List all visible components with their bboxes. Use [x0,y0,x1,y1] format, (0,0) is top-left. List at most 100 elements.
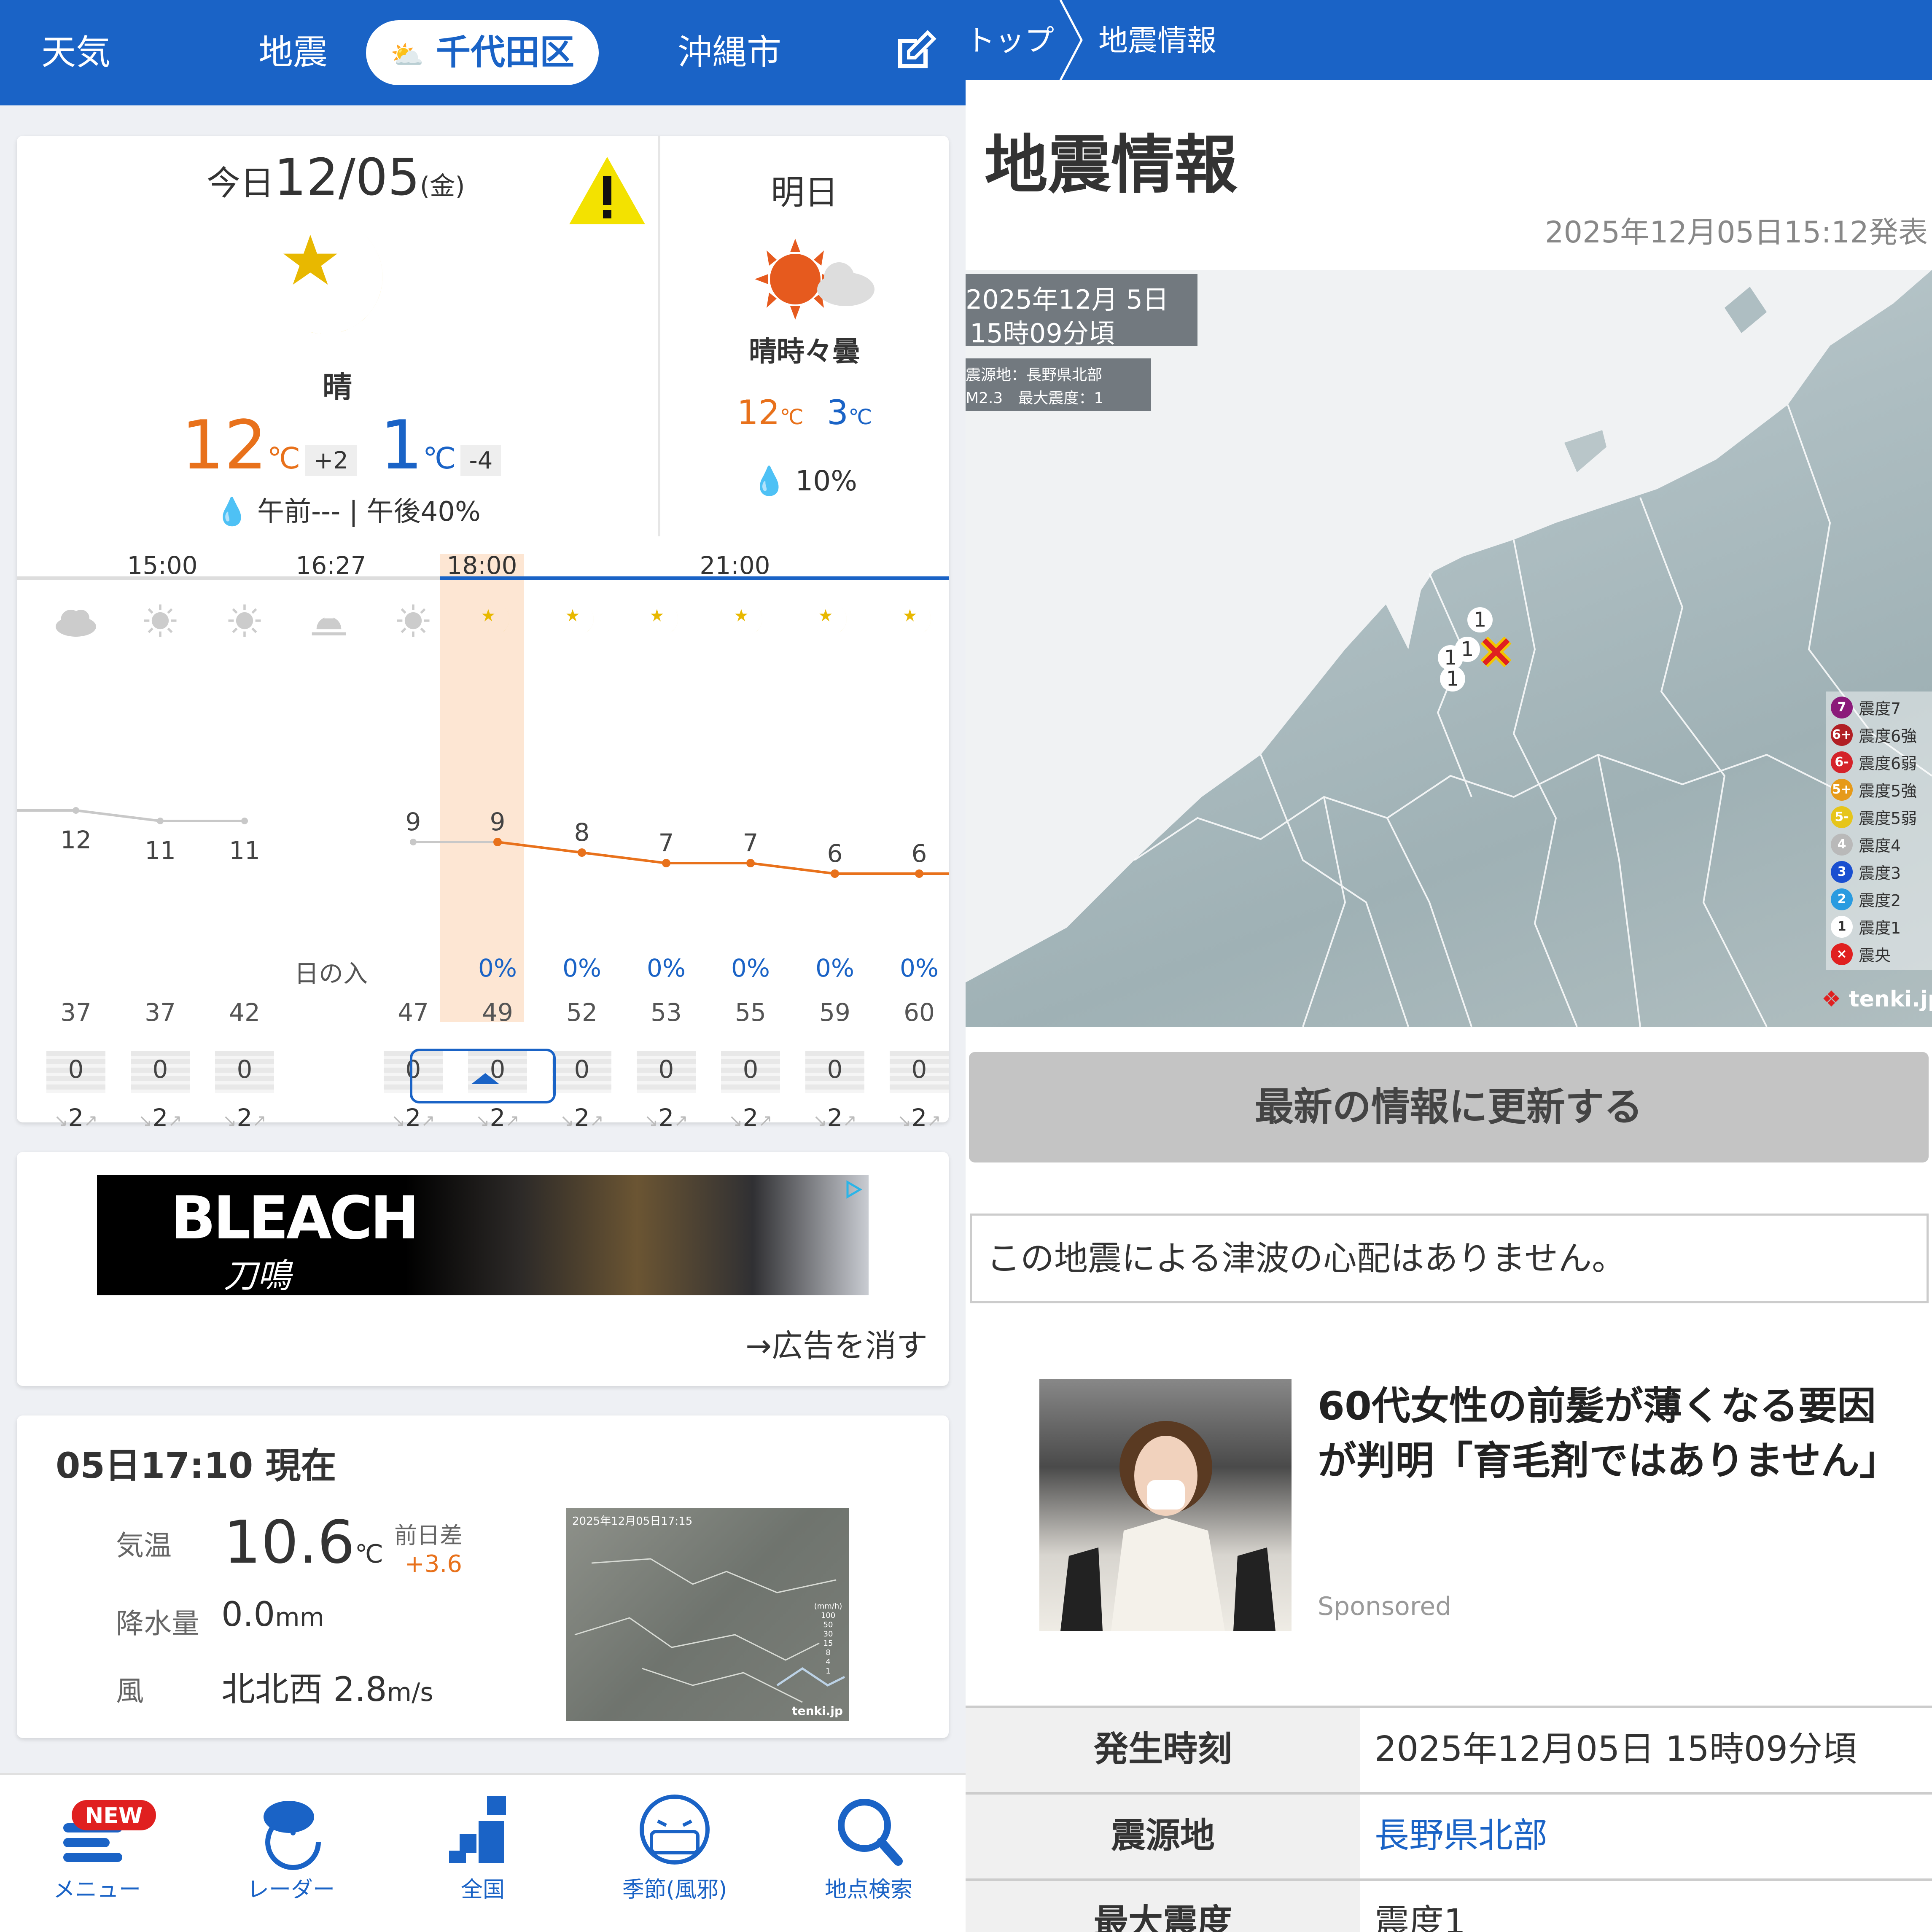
legend-label: 震度4 [1859,837,1901,855]
humidity-value: 49 [482,998,513,1027]
warning-icon[interactable] [565,153,649,229]
tab-nationwide[interactable]: 全国 [411,1783,554,1918]
tab-location-search[interactable]: 地点検索 [797,1783,940,1918]
temperature-chart: 12 11 11 9 9 8 7 7 6 6 [17,807,949,878]
temp-point [915,869,923,878]
temp-label: 8 [574,818,590,847]
sunset-icon [287,600,371,646]
humidity-value: 59 [819,998,850,1027]
sponsored-article[interactable]: 60代女性の前髪が薄くなる要因が判明「育毛剤ではありません」 Sponsored [1039,1379,1899,1632]
temp-point [410,839,417,845]
pop-value: 0% [815,954,854,982]
pop-value: 0% [646,954,686,982]
legend-label: 震度1 [1859,919,1901,937]
tab-menu[interactable]: NEW メニュー [25,1783,169,1918]
row-value: 震度1 [1375,1902,1466,1932]
intensity-marker: 1 [1467,607,1493,632]
remove-ad-link[interactable]: →広告を消す [745,1321,928,1366]
epicenter-link[interactable]: 長野県北部 [1362,1795,1547,1878]
diff-label: 前日差 [394,1522,463,1549]
wind-label: 風 [116,1675,144,1707]
moon-icon [540,600,624,646]
wind-value: ↘2↗ [54,1103,98,1132]
wind-speed: 2 [68,1103,84,1132]
row-label: 発生時刻 [966,1708,1360,1792]
pop-value: 0% [899,954,939,982]
wind-value: ↘2↗ [138,1103,182,1132]
radar-icon [264,1801,321,1870]
nav-okinawa[interactable]: 沖縄市 [658,0,801,105]
temp-segment [75,809,161,822]
humidity-value: 55 [735,998,766,1027]
temp-point [578,848,586,857]
legend-label: 震央 [1859,946,1891,965]
refresh-button[interactable]: 最新の情報に更新する [969,1052,1929,1162]
temp-point [746,859,755,867]
temp-point [241,818,248,824]
current-temp-value: 10.6 [223,1508,355,1577]
row-label: 震源地 [966,1795,1360,1878]
temp-label: 9 [406,807,421,836]
moon-icon [793,600,877,646]
nav-current-location[interactable]: ⛅ 千代田区 [366,20,599,85]
legend-swatch: 5+ [1831,778,1853,801]
wind-speed: 2 [827,1103,843,1132]
sunset-label: 日の入 [294,959,368,988]
legend-item: 6+ 震度6強 [1831,723,1917,748]
chevron-right-icon [1059,0,1083,80]
top-nav: 天気図 地震 ⛅ 千代田区 沖縄市 [0,0,966,178]
wind-speed: 2 [658,1103,674,1132]
precip-value: 0 [658,1055,674,1084]
woman-photo [1060,1421,1275,1631]
tsunami-notice: この地震による津波の心配はありません。 [970,1214,1929,1303]
nav-weather-map[interactable]: 天気図 [25,0,126,178]
today-temps: 12℃ +2 1℃ -4 [181,406,501,484]
sponsored-image [1039,1379,1292,1631]
row-value: 2025年12月05日 15時09分頃 [1375,1729,1857,1769]
temp-point [662,859,670,867]
bottom-tab-bar: NEW メニュー レーダー 全国 季節(風邪) 地点検索 [0,1773,966,1932]
weather-app-pane: 天気図 地震 ⛅ 千代田区 沖縄市 今日12/05(金) [0,0,966,1932]
temp-label: 気温 [116,1529,172,1562]
sponsored-title: 60代女性の前髪が薄くなる要因が判明「育毛剤ではありません」 [1318,1383,1899,1483]
legend-label: 震度7 [1859,700,1901,718]
sun-icon [118,600,202,646]
today-high: 12 [181,406,267,484]
moon-icon [455,600,540,646]
legend-swatch: 4 [1831,833,1853,856]
radar-thumbnail[interactable]: 2025年12月05日17:15 (mm/h) 100 50 30 15 8 4… [566,1508,849,1721]
breadcrumb-top[interactable]: トップ [966,17,1054,59]
ad-choices-icon[interactable] [843,1179,864,1200]
legend-swatch: × [1831,943,1853,965]
earthquake-map[interactable]: 2025年12月 5日 15時09分頃 震源地：長野県北部 M2.3 最大震度：… [966,270,1932,1027]
hour-header: 16:27 [296,551,366,580]
pop-value: 0% [562,954,601,982]
edit-icon[interactable] [890,26,940,77]
today-low: 1 [379,406,423,484]
wind-value: ↘2↗ [391,1103,435,1132]
wind-value: ↘2↗ [644,1103,688,1132]
precip-value: 0 [743,1055,759,1084]
moon-star-icon [283,226,383,334]
wind-speed: 2 [237,1103,253,1132]
today-rain-value: 午前--- | 午後40% [257,496,481,527]
ad-banner[interactable]: BLEACH 刀鳴 [97,1175,869,1295]
search-icon [838,1799,903,1866]
moon-icon [877,600,961,646]
humidity-value: 52 [566,998,597,1027]
today-low-diff: -4 [460,445,501,476]
tab-label: メニュー [53,1877,141,1902]
wind-value: ↘2↗ [476,1103,519,1132]
forecast-card: 今日12/05(金) 晴 12℃ +2 1℃ -4 💧 午前--- | 午後40… [17,136,949,1132]
tab-radar[interactable]: レーダー [219,1783,363,1918]
raindrop-icon: 💧 [215,496,249,527]
legend-item: 2 震度2 [1831,888,1901,913]
map-brand: ❖ tenki.jp [1822,987,1932,1012]
wind-speed: 2 [490,1103,506,1132]
temp-label: 7 [743,829,759,857]
nav-earthquake[interactable]: 地震 [236,0,350,105]
tab-seasonal-cold[interactable]: 季節(風邪) [603,1783,746,1918]
legend-item: 5- 震度5弱 [1831,805,1917,831]
collapse-button[interactable] [410,1049,556,1103]
legend-swatch: 3 [1831,861,1853,883]
